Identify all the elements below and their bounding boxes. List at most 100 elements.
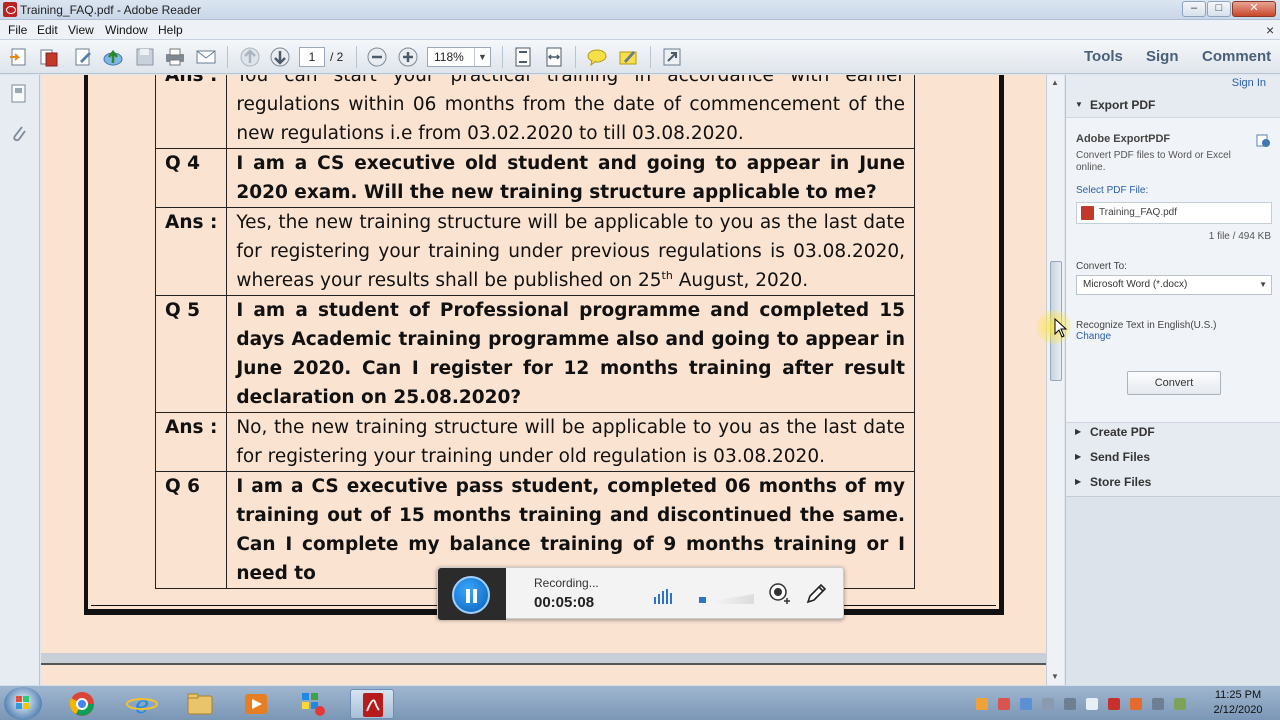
- internet-explorer-icon[interactable]: e: [120, 689, 164, 719]
- chrome-icon[interactable]: [60, 689, 104, 719]
- toolbar-separator: [502, 46, 503, 68]
- select-file-label[interactable]: Select PDF File:: [1076, 185, 1148, 196]
- sign-pane-link[interactable]: Sign: [1146, 48, 1179, 65]
- pause-recording-button[interactable]: [452, 576, 490, 614]
- tray-app-icon[interactable]: [1130, 698, 1142, 710]
- minimize-button[interactable]: –: [1182, 1, 1206, 17]
- pen-annotation-icon[interactable]: [804, 582, 828, 606]
- save-icon[interactable]: [134, 46, 156, 68]
- adobe-reader-taskbar-icon[interactable]: [350, 689, 394, 719]
- menu-view[interactable]: View: [68, 23, 94, 37]
- print-icon[interactable]: [164, 46, 186, 68]
- toolbar-separator: [650, 46, 651, 68]
- faq-table: Ans : You can start your practical train…: [154, 75, 915, 589]
- audio-level-icon: [652, 588, 674, 604]
- recording-status: Recording...: [534, 576, 599, 590]
- tray-app-icon[interactable]: [976, 698, 988, 710]
- tools-pane-link[interactable]: Tools: [1084, 48, 1123, 65]
- sign-in-link[interactable]: Sign In: [1232, 77, 1266, 89]
- highlight-icon[interactable]: [617, 46, 639, 68]
- battery-icon[interactable]: [1086, 698, 1098, 710]
- expand-icon[interactable]: [661, 46, 683, 68]
- change-language-link[interactable]: Change: [1076, 331, 1111, 342]
- tray-app-icon[interactable]: [1064, 698, 1076, 710]
- menu-file[interactable]: File: [8, 23, 27, 37]
- maximize-button[interactable]: □: [1207, 1, 1231, 17]
- toolbar: 1 / 2 118% ▼ Tools Sign Comment: [0, 40, 1280, 74]
- table-row: Ans : Yes, the new training structure wi…: [154, 207, 915, 296]
- row-text: No, the new training structure will be a…: [226, 412, 915, 472]
- chevron-down-icon: ▼: [474, 48, 490, 66]
- media-player-icon[interactable]: [234, 689, 278, 719]
- row-text: I am a student of Professional programme…: [226, 295, 915, 413]
- next-page-icon[interactable]: [269, 46, 291, 68]
- menu-window[interactable]: Window: [105, 23, 148, 37]
- tray-app-icon[interactable]: [998, 698, 1010, 710]
- apps-grid-icon[interactable]: [292, 689, 336, 719]
- zoom-level-select[interactable]: 118% ▼: [427, 47, 491, 67]
- tray-app-icon[interactable]: [1174, 698, 1186, 710]
- export-pdf-header[interactable]: ▼ Export PDF: [1066, 93, 1280, 117]
- create-pdf-title: Create PDF: [1090, 425, 1155, 439]
- export-description: Convert PDF files to Word or Excel onlin…: [1076, 150, 1231, 173]
- create-pdf-icon[interactable]: [8, 46, 30, 68]
- network-icon[interactable]: [1152, 698, 1164, 710]
- mouse-cursor-icon: [1054, 317, 1068, 338]
- menu-edit[interactable]: Edit: [37, 23, 58, 37]
- export-info-icon[interactable]: [1255, 132, 1271, 148]
- file-explorer-icon[interactable]: [178, 689, 222, 719]
- window-title: Training_FAQ.pdf - Adobe Reader: [20, 3, 201, 17]
- comment-pane-link[interactable]: Comment: [1202, 48, 1271, 65]
- close-button[interactable]: ✕: [1232, 1, 1276, 17]
- convert-button[interactable]: Convert: [1127, 371, 1221, 395]
- combine-files-icon[interactable]: [38, 46, 60, 68]
- create-pdf-header[interactable]: ▶ Create PDF: [1066, 420, 1280, 444]
- table-row: Q 4 I am a CS executive old student and …: [154, 148, 915, 208]
- row-label: Q 6: [154, 471, 228, 589]
- tray-app-icon[interactable]: [1108, 698, 1120, 710]
- volume-slider-knob[interactable]: [699, 597, 706, 603]
- recognize-text-label: Recognize Text in English(U.S.): [1076, 320, 1217, 331]
- system-clock[interactable]: 11:25 PM 2/12/2020: [1198, 688, 1278, 718]
- attachments-icon[interactable]: [9, 123, 29, 145]
- tray-app-icon[interactable]: [1042, 698, 1054, 710]
- toolbar-separator: [227, 46, 228, 68]
- page-thumbnails-icon[interactable]: [9, 83, 29, 105]
- send-files-header[interactable]: ▶ Send Files: [1066, 445, 1280, 469]
- store-files-header[interactable]: ▶ Store Files: [1066, 470, 1280, 494]
- export-pdf-title: Export PDF: [1090, 98, 1156, 112]
- fit-page-icon[interactable]: [512, 46, 534, 68]
- row-text: I am a CS executive old student and goin…: [226, 148, 915, 208]
- page-total: / 2: [330, 50, 344, 64]
- navigation-pane: [0, 75, 40, 685]
- edit-pdf-icon[interactable]: [72, 46, 94, 68]
- upload-icon[interactable]: [102, 46, 124, 68]
- previous-page-icon[interactable]: [239, 46, 261, 68]
- selected-file-field[interactable]: Training_FAQ.pdf: [1076, 202, 1272, 224]
- convert-format-select[interactable]: Microsoft Word (*.docx) ▼: [1076, 275, 1272, 295]
- menu-help[interactable]: Help: [158, 23, 183, 37]
- row-label: Q 5: [154, 295, 228, 413]
- chevron-down-icon: ▼: [1259, 280, 1267, 289]
- zoom-out-icon[interactable]: [366, 46, 388, 68]
- close-document-icon[interactable]: ×: [1266, 22, 1274, 38]
- recording-timer: 00:05:08: [534, 594, 595, 611]
- fit-width-icon[interactable]: [543, 46, 565, 68]
- table-row: Ans : No, the new training structure wil…: [154, 412, 915, 472]
- row-label: Q 4: [154, 148, 228, 208]
- toolbar-separator: [356, 46, 357, 68]
- menu-bar: File Edit View Window Help ×: [0, 20, 1280, 40]
- comment-bubble-icon[interactable]: [586, 46, 608, 68]
- vertical-scrollbar[interactable]: ▲ ▼: [1046, 75, 1064, 685]
- zoom-in-icon[interactable]: [397, 46, 419, 68]
- ordinal-superscript: th: [661, 268, 673, 282]
- scroll-down-icon[interactable]: ▼: [1051, 672, 1059, 681]
- file-name: Training_FAQ.pdf: [1099, 207, 1178, 218]
- start-button[interactable]: [4, 687, 42, 720]
- page-number-input[interactable]: 1: [299, 47, 325, 67]
- email-icon[interactable]: [195, 46, 217, 68]
- webcam-icon[interactable]: [767, 582, 791, 606]
- triangle-right-icon: ▶: [1075, 477, 1082, 486]
- bluetooth-icon[interactable]: [1020, 698, 1032, 710]
- scroll-up-icon[interactable]: ▲: [1051, 78, 1059, 87]
